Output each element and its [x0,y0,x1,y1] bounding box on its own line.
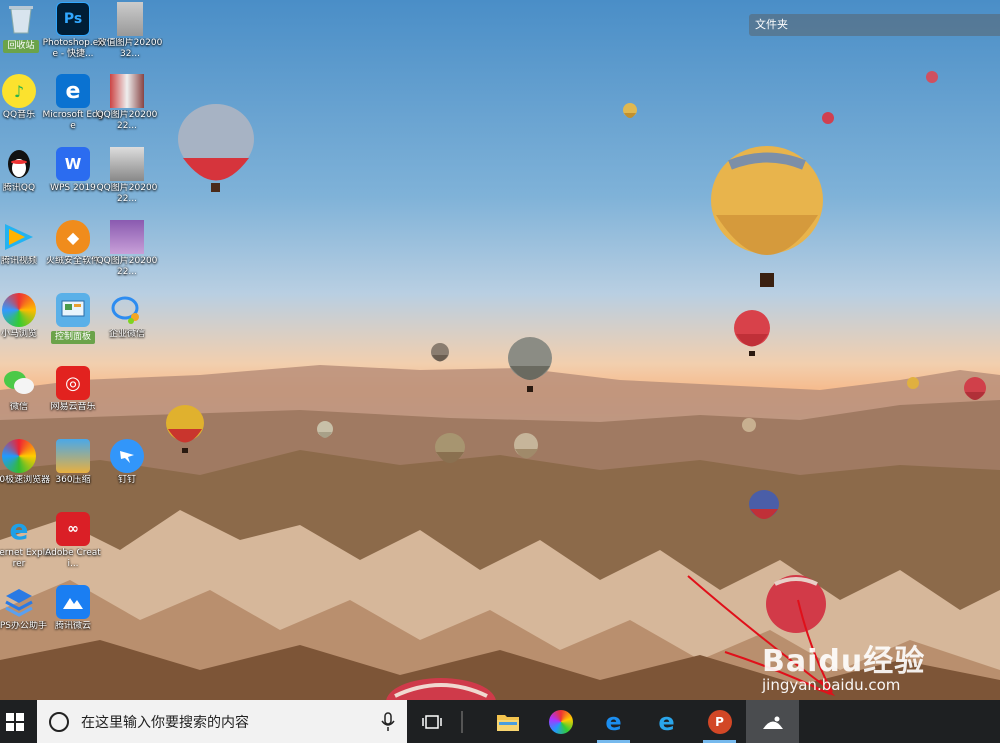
color-wheel-icon [548,709,573,734]
desktop-icon-label: 钉钉 [117,475,136,485]
hot-air-balloon [711,146,823,287]
image-thumbnail-icon [117,2,143,36]
desktop-icon-image-file[interactable]: QQ图片2020022... [94,218,160,288]
wps-assistant-icon [2,585,36,619]
hot-air-balloon [822,112,834,124]
taskbar-edge[interactable]: e [587,700,640,743]
edge-icon: e [56,74,90,108]
hot-air-balloon [431,343,449,362]
taskbar-internet-explorer[interactable]: e [640,700,693,743]
hot-air-balloon [514,433,538,459]
internet-explorer-icon: e [9,512,29,546]
hot-air-balloon [964,377,986,400]
huorong-shield-icon: ◆ [56,220,90,254]
hot-air-balloon [734,310,770,356]
taskbar-file-explorer[interactable] [481,700,534,743]
hot-air-balloon [166,405,204,453]
taskbar: 在这里输入你要搜索的内容 e e P [0,700,1000,743]
internet-explorer-icon: e [658,707,675,736]
desktop-icon-weiyun[interactable]: 腾讯微云 [40,583,106,653]
start-button[interactable] [0,700,30,743]
image-thumbnail-icon [110,220,144,254]
tencent-video-icon [2,220,36,254]
desktop-icon-dingtalk[interactable]: 钉钉 [94,437,160,507]
desktop-icon-image-file[interactable]: 效值图片2020032... [97,0,163,70]
baidu-jingyan-watermark: Baidu经验 jingyan.baidu.com [762,636,982,698]
desktop-icon-adobe-creative-cloud[interactable]: ∞ Adobe Creati... [40,510,106,580]
taskbar-separator [461,710,463,733]
edge-icon: e [605,707,622,736]
hot-air-balloon [508,337,552,392]
desktop-icon-image-file[interactable]: QQ图片2020022... [94,145,160,215]
browser-icon [2,293,36,327]
image-thumbnail-icon [110,74,144,108]
microphone-icon[interactable] [381,712,395,732]
desktop-icon-label: QQ图片2020022... [96,110,158,131]
360-zip-icon [56,439,90,473]
desktop-icon-label: 控制面板 [50,331,95,344]
qq-music-icon: ♪ [2,74,36,108]
watermark-brand: Baidu经验 [762,644,926,679]
hot-air-balloon [386,678,496,700]
weiyun-cloud-icon [56,585,90,619]
wechat-icon [2,366,36,400]
hot-air-balloon [435,433,465,463]
desktop-icon-label: Adobe Creati... [45,548,101,569]
taskbar-color-app[interactable] [534,700,587,743]
search-placeholder: 在这里输入你要搜索的内容 [81,714,249,731]
windows-logo-icon [6,712,24,731]
desktop-icon-label: QQ图片2020022... [96,256,158,277]
desktop-icon-label: QQ图片2020022... [96,183,158,204]
control-panel-icon [56,293,90,327]
hot-air-balloon [178,104,254,192]
taskbar-search-box[interactable]: 在这里输入你要搜索的内容 [37,700,407,743]
task-view-button[interactable] [407,700,457,743]
photos-icon [762,716,783,729]
adobe-creative-cloud-icon: ∞ [56,512,90,546]
dingtalk-icon [110,439,144,473]
hot-air-balloon [907,377,919,389]
taskbar-photos[interactable] [746,700,799,743]
task-view-icon [422,714,442,729]
wps-icon: W [56,147,90,181]
desktop-icon-image-file[interactable]: QQ图片2020022... [94,72,160,142]
hot-air-balloon [623,103,637,118]
wecom-icon [110,293,144,327]
desktop-icon-label: 效值图片2020032... [97,38,163,59]
cortana-icon [49,711,69,732]
hot-air-balloon [926,71,938,83]
desktop-icon-netease-music[interactable]: ◎ 网易云音乐 [40,364,106,434]
watermark-url: jingyan.baidu.com [762,676,901,694]
hot-air-balloon [766,575,826,633]
hot-air-balloon [749,490,779,519]
hot-air-balloon [742,418,756,432]
desktop-icon-label: 企业微信 [108,329,145,339]
folder-bar-label: 文件夹 [755,18,788,31]
image-thumbnail-icon [110,147,144,181]
desktop-icon-label: 网易云音乐 [50,402,96,412]
folder-bar[interactable]: 文件夹 [749,14,1000,36]
desktop-icon-label: 回收站 [3,40,39,53]
qq-penguin-icon [2,147,36,181]
taskbar-powerpoint[interactable]: P [693,700,746,743]
powerpoint-icon: P [707,709,732,734]
360-browser-icon [2,439,36,473]
folder-icon [496,714,519,731]
hot-air-balloon [317,421,333,438]
recycle-bin-icon [4,2,38,36]
desktop-icon-label: 腾讯微云 [54,621,91,631]
desktop-icon-wecom[interactable]: 企业微信 [94,291,160,361]
netease-music-icon: ◎ [56,366,90,400]
photoshop-icon: Ps [56,2,90,36]
